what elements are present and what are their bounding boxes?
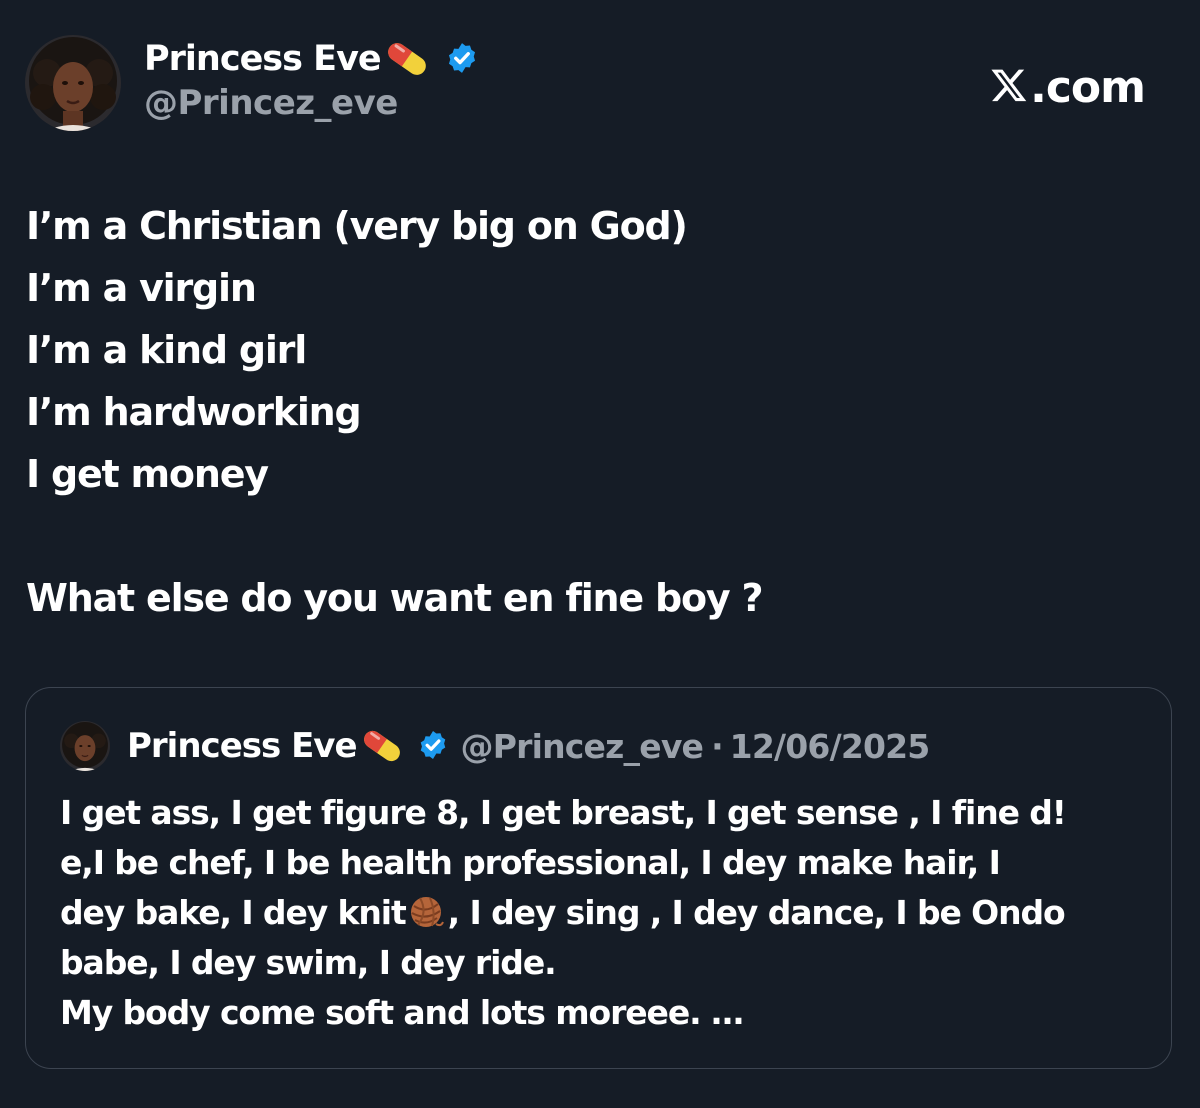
pill-emoji-icon: [359, 727, 405, 769]
yarn-emoji-icon: [408, 894, 444, 944]
quoted-author-avatar[interactable]: [60, 721, 110, 771]
quoted-tweet-line-part: , I dey sing , I dey dance, I be Ondo: [447, 893, 1066, 932]
brand-domain-text: .com: [1030, 61, 1146, 113]
quoted-tweet-line: I get ass, I get figure 8, I get breast,…: [60, 793, 1067, 832]
meta-separator: ·: [711, 726, 724, 766]
tweet-line: I’m a Christian (very big on God): [26, 204, 688, 248]
tweet-line: I get money: [26, 452, 269, 496]
quoted-tweet-line-part: dey bake, I dey knit: [60, 893, 407, 932]
quoted-tweet-line: babe, I dey swim, I dey ride.: [60, 943, 557, 982]
quoted-author-display-name[interactable]: Princess Eve: [127, 726, 358, 766]
quoted-tweet-line: My body come soft and lots moreee. …: [60, 993, 744, 1032]
x-logo-icon: [990, 66, 1028, 108]
quoted-tweet-text: I get ass, I get figure 8, I get breast,…: [60, 788, 1160, 1038]
pill-emoji-icon: [383, 39, 431, 83]
quoted-tweet-line-with-emoji: dey bake, I dey knit , I dey sing , I de…: [60, 888, 1160, 938]
tweet-text: I’m a Christian (very big on God) I’m a …: [26, 195, 1166, 629]
quoted-tweet-card[interactable]: Princess Eve @Princez_eve · 12/06/2025 I…: [25, 687, 1172, 1069]
author-handle[interactable]: @Princez_eve: [144, 83, 398, 123]
author-name-row[interactable]: Princess Eve: [144, 37, 479, 81]
verified-badge-icon[interactable]: [417, 729, 449, 765]
tweet-line: I’m a kind girl: [26, 328, 307, 372]
quoted-tweet-date[interactable]: 12/06/2025: [730, 727, 931, 766]
brand-watermark: .com: [990, 57, 1146, 117]
tweet-line: What else do you want en fine boy ?: [26, 576, 764, 620]
author-display-name[interactable]: Princess Eve: [144, 39, 382, 79]
tweet-header: Princess Eve @Princez_eve .com: [25, 35, 1175, 135]
tweet-line: I’m a virgin: [26, 266, 257, 310]
quoted-tweet-line: e,I be chef, I be health professional, I…: [60, 843, 1001, 882]
tweet-line: I’m hardworking: [26, 390, 362, 434]
verified-badge-icon[interactable]: [445, 41, 479, 79]
quoted-tweet-header: Princess Eve @Princez_eve · 12/06/2025: [60, 718, 931, 774]
author-avatar[interactable]: [25, 35, 121, 131]
quoted-author-handle[interactable]: @Princez_eve: [461, 727, 704, 766]
